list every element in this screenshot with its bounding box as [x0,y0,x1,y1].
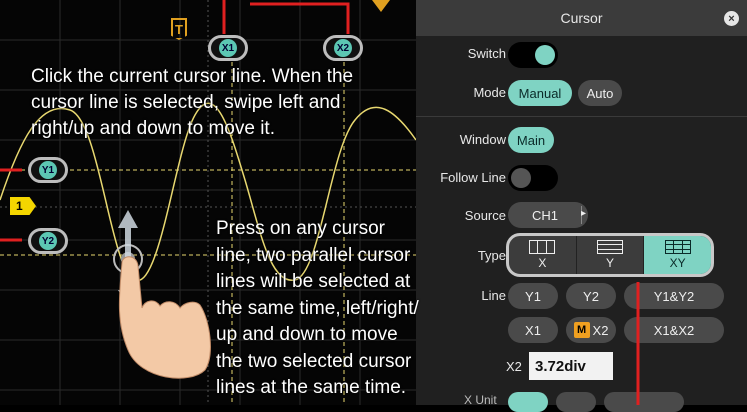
window-label: Window [459,132,506,147]
x-unit-option-3[interactable] [604,392,684,412]
follow-line-toggle[interactable] [508,165,558,191]
x-cursor-icon [529,240,556,254]
x-unit-option-1[interactable] [508,392,548,412]
source-value: CH1 [532,207,559,223]
xy-cursor-icon [664,240,691,254]
mode-auto-button[interactable]: Auto [578,80,622,106]
panel-header: Cursor × [416,0,747,36]
window-main-button[interactable]: Main [508,127,554,153]
type-label: Type [477,248,506,263]
line-y1y2-button[interactable]: Y1&Y2 [624,283,724,309]
trigger-level-icon [372,0,390,12]
line-x2-button[interactable]: M X2 [566,317,616,343]
cursor-y2-handle[interactable]: Y2 [28,228,68,254]
x2-value-label: X2 [506,359,522,374]
line-y1-button[interactable]: Y1 [508,283,558,309]
type-x-button[interactable]: X [509,236,577,274]
source-select[interactable]: CH1 ▸ [508,202,588,228]
type-y-button[interactable]: Y [577,236,645,274]
mode-manual-button[interactable]: Manual [508,80,572,106]
manual-badge: M [573,322,590,338]
cursor-x1-handle[interactable]: X1 [208,35,248,61]
follow-line-label: Follow Line [440,170,506,185]
y-cursor-icon [597,240,623,254]
trigger-marker-icon: T [171,18,187,40]
close-icon[interactable]: × [724,11,739,26]
line-x2-label: X2 [592,322,609,338]
cursor-y1-label: Y1 [39,161,57,179]
cursor-x2-handle[interactable]: X2 [323,35,363,61]
x2-value-input[interactable]: 3.72div [529,352,613,380]
switch-label: Switch [467,46,506,61]
line-x1x2-button[interactable]: X1&X2 [624,317,724,343]
chevron-right-icon: ▸ [580,208,586,219]
cursor-y2-label: Y2 [39,232,57,250]
line-label: Line [481,288,506,303]
cursor-x1-label: X1 [219,39,237,57]
type-x-label: X [538,256,547,270]
source-label: Source [464,208,506,223]
type-y-label: Y [606,256,615,270]
type-selector: X Y XY [506,233,714,277]
switch-toggle[interactable] [508,42,558,68]
instruction-bottom: Press on any cursor line, two parallel c… [216,218,419,398]
line-x1-button[interactable]: X1 [508,317,558,343]
cursor-y1-handle[interactable]: Y1 [28,157,68,183]
type-xy-label: XY [669,256,686,270]
cursor-panel: Cursor × Switch Mode Manual Auto Window … [416,0,747,412]
cursor-x2-label: X2 [334,39,352,57]
x-unit-option-2[interactable] [556,392,596,412]
type-xy-button[interactable]: XY [644,236,711,274]
panel-title: Cursor [560,10,603,26]
line-y2-button[interactable]: Y2 [566,283,616,309]
hand-gesture-icon [118,256,211,379]
mode-label: Mode [473,85,506,100]
divider [416,116,747,117]
instruction-top: Click the current cursor line. When the … [31,66,354,139]
